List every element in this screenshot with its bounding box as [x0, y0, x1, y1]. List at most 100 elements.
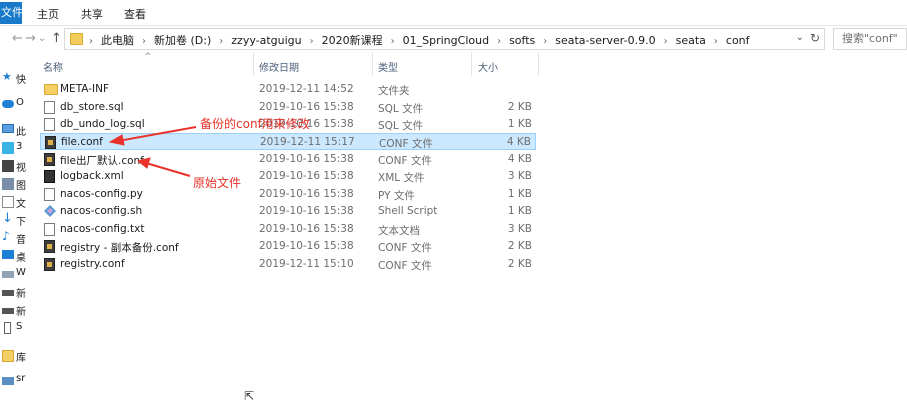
tab-share[interactable]: 共享 — [81, 6, 103, 22]
tab-view[interactable]: 查看 — [124, 6, 146, 22]
tab-home[interactable]: 主页 — [37, 6, 59, 22]
column-divider[interactable] — [253, 52, 254, 76]
sidebar-item-drive-c[interactable]: W — [0, 266, 30, 282]
sidebar-item-videos[interactable]: 视 — [0, 158, 30, 174]
breadcrumb-item[interactable]: 此电脑 — [101, 34, 134, 47]
config-file-icon — [45, 136, 56, 149]
file-type: Shell Script — [378, 205, 438, 217]
breadcrumb-item[interactable]: zzyy-atguigu — [231, 34, 301, 47]
file-size: 1 KB — [507, 205, 532, 217]
sidebar-item-drive-e[interactable]: 新 — [0, 302, 30, 318]
file-date: 2019-10-16 15:38 — [259, 101, 354, 113]
back-button[interactable]: ← — [12, 31, 23, 46]
up-button[interactable]: ↑ — [51, 31, 62, 46]
file-type: XML 文件 — [378, 172, 425, 184]
column-divider[interactable] — [372, 52, 373, 76]
document-icon — [2, 196, 14, 208]
file-name: nacos-config.py — [60, 188, 143, 200]
sidebar-item-label: 库 — [16, 353, 26, 364]
sidebar-item-3d-objects[interactable]: 3 — [0, 140, 30, 156]
file-name: db_undo_log.sql — [60, 118, 145, 130]
file-name: file出厂默认.conf — [60, 155, 144, 167]
forward-button[interactable]: → — [25, 31, 36, 46]
breadcrumb-separator-icon[interactable]: › — [714, 36, 718, 47]
file-name: META-INF — [60, 83, 110, 95]
cloud-icon — [2, 100, 14, 108]
file-tab[interactable]: 文件 — [0, 2, 22, 24]
file-type: CONF 文件 — [378, 260, 432, 272]
search-input[interactable]: 搜索"conf" — [833, 28, 907, 50]
file-type: CONF 文件 — [379, 138, 433, 150]
breadcrumb-item[interactable]: seata-server-0.9.0 — [555, 34, 655, 47]
network-icon — [2, 377, 14, 385]
breadcrumb-separator-icon[interactable]: › — [219, 36, 223, 47]
recent-locations-button[interactable]: ⌄ — [38, 33, 46, 44]
breadcrumb: › 此电脑 › 新加卷 (D:) › zzyy-atguigu › 2020新课程 › 01_Sp… — [89, 32, 750, 48]
sidebar-item-onedrive[interactable]: O — [0, 96, 30, 112]
sidebar-item-label: 新 — [16, 307, 26, 318]
file-row[interactable]: registry - 副本备份.conf 2019-10-16 15:38 CO… — [40, 238, 536, 255]
sidebar-item-drive-d[interactable]: 新 — [0, 284, 30, 300]
file-name: registry.conf — [60, 258, 125, 270]
xml-file-icon — [44, 170, 55, 183]
file-list: ^ 名称 修改日期 类型 大小 META-INF 2019-12-11 14:5… — [30, 52, 907, 402]
breadcrumb-item[interactable]: conf — [726, 34, 750, 47]
file-row[interactable]: logback.xml 2019-10-16 15:38 XML 文件 3 KB — [40, 168, 536, 185]
column-divider[interactable] — [538, 52, 539, 76]
sidebar-item-pictures[interactable]: 图 — [0, 176, 30, 192]
breadcrumb-separator-icon[interactable]: › — [543, 36, 547, 47]
file-name: nacos-config.txt — [60, 223, 145, 235]
breadcrumb-item[interactable]: 新加卷 (D:) — [154, 34, 211, 47]
file-name: nacos-config.sh — [60, 205, 143, 217]
video-icon — [2, 160, 14, 172]
sidebar-item-drive-s[interactable]: S — [0, 320, 30, 336]
file-size: 3 KB — [507, 170, 532, 182]
file-date: 2019-10-16 15:38 — [259, 188, 354, 200]
file-row[interactable]: registry.conf 2019-12-11 15:10 CONF 文件 2… — [40, 256, 536, 273]
sidebar-item-documents[interactable]: 文 — [0, 194, 30, 210]
breadcrumb-separator-icon[interactable]: › — [142, 36, 146, 47]
file-row[interactable]: nacos-config.py 2019-10-16 15:38 PY 文件 1… — [40, 186, 536, 203]
sidebar-item-this-pc[interactable]: 此 — [0, 122, 30, 138]
refresh-icon[interactable]: ↻ — [810, 31, 820, 45]
sidebar-item-desktop[interactable]: 桌 — [0, 248, 30, 264]
breadcrumb-separator-icon[interactable]: › — [497, 36, 501, 47]
file-date: 2019-10-16 15:38 — [259, 240, 354, 252]
breadcrumb-separator-icon[interactable]: › — [310, 36, 314, 47]
folder-icon — [70, 33, 83, 45]
file-row[interactable]: nacos-config.sh 2019-10-16 15:38 Shell S… — [40, 203, 536, 220]
desktop-icon — [2, 250, 14, 259]
file-row-selected[interactable]: file.conf 2019-12-11 15:17 CONF 文件 4 KB — [40, 133, 536, 150]
sidebar-item-downloads[interactable]: ↓ 下 — [0, 211, 30, 228]
sidebar-item-music[interactable]: ♪ 音 — [0, 229, 30, 246]
column-header-row: ^ 名称 修改日期 类型 大小 — [30, 52, 907, 76]
sidebar-item-network[interactable]: sr — [0, 372, 30, 388]
sidebar-item-libraries[interactable]: 库 — [0, 348, 30, 364]
file-row[interactable]: db_store.sql 2019-10-16 15:38 SQL 文件 2 K… — [40, 99, 536, 116]
column-divider[interactable] — [471, 52, 472, 76]
breadcrumb-separator-icon[interactable]: › — [664, 36, 668, 47]
file-row[interactable]: nacos-config.txt 2019-10-16 15:38 文本文档 3… — [40, 221, 536, 238]
address-bar[interactable]: › 此电脑 › 新加卷 (D:) › zzyy-atguigu › 2020新课程 › 01_Sp… — [64, 28, 825, 50]
config-file-icon — [44, 153, 55, 166]
file-row[interactable]: META-INF 2019-12-11 14:52 文件夹 — [40, 81, 536, 98]
column-header-type[interactable]: 类型 — [378, 59, 398, 74]
breadcrumb-separator-icon: › — [89, 36, 93, 47]
file-date: 2019-12-11 15:10 — [259, 258, 354, 270]
breadcrumb-item[interactable]: seata — [676, 34, 706, 47]
column-header-name[interactable]: 名称 — [43, 59, 63, 74]
mouse-cursor-icon: ⇱ — [244, 389, 255, 402]
sidebar-item-quick-access[interactable]: ★ 快 — [0, 70, 30, 86]
file-icon — [44, 118, 55, 131]
file-icon — [44, 223, 55, 236]
breadcrumb-item[interactable]: 2020新课程 — [322, 34, 383, 47]
breadcrumb-item[interactable]: softs — [509, 34, 535, 47]
breadcrumb-item[interactable]: 01_SpringCloud — [403, 34, 489, 47]
chevron-down-icon[interactable]: ⌄ — [796, 32, 804, 43]
breadcrumb-separator-icon[interactable]: › — [391, 36, 395, 47]
column-header-date[interactable]: 修改日期 — [259, 59, 299, 74]
file-row[interactable]: file出厂默认.conf 2019-10-16 15:38 CONF 文件 4… — [40, 151, 536, 168]
column-header-size[interactable]: 大小 — [478, 59, 498, 74]
navigation-pane: ★ 快 O 此 3 视 图 文 ↓ 下 ♪ 音 桌 W 新 新 S 库 sr — [0, 52, 30, 402]
file-name: registry - 副本备份.conf — [60, 242, 179, 254]
